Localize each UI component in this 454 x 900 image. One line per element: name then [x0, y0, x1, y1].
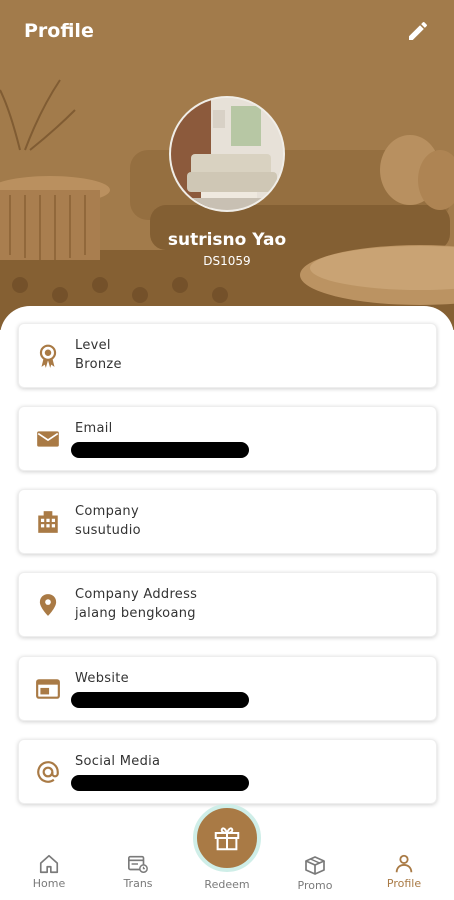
promo-box-icon — [305, 856, 325, 875]
user-name: sutrisno Yao — [167, 230, 287, 250]
web-icon — [36, 679, 60, 699]
redacted-value — [71, 775, 249, 791]
badge-icon — [39, 344, 57, 368]
avatar-image — [171, 98, 283, 210]
field-value: Bronze — [75, 357, 122, 372]
person-icon — [395, 854, 413, 873]
gift-icon — [214, 827, 240, 851]
transaction-icon — [128, 855, 148, 873]
field-label: Company Address — [75, 587, 198, 602]
nav-label: Profile — [386, 877, 422, 890]
nav-label: Home — [32, 877, 66, 890]
level-card: Level Bronze — [18, 323, 437, 388]
nav-promo[interactable]: Promo — [275, 853, 355, 892]
profile-header: Profile sutrisno Yao DS1059 — [0, 0, 454, 330]
field-label: Website — [75, 671, 129, 686]
company-card: Company susutudio — [18, 489, 437, 554]
field-value: susutudio — [75, 523, 141, 538]
social-media-card: Social Media — [18, 739, 437, 804]
redacted-value — [71, 692, 249, 708]
field-label: Social Media — [75, 754, 161, 769]
pencil-icon — [409, 21, 427, 40]
mail-icon — [37, 431, 59, 447]
nav-profile[interactable]: Profile — [364, 853, 444, 890]
nav-label-redeem[interactable]: Redeem — [187, 878, 267, 891]
redeem-button[interactable] — [193, 804, 261, 872]
email-card: Email — [18, 406, 437, 471]
user-id: DS1059 — [203, 254, 251, 268]
company-address-card: Company Address jalang bengkoang — [18, 572, 437, 637]
nav-home[interactable]: Home — [9, 853, 89, 890]
nav-label: Trans — [123, 877, 153, 890]
nav-label: Promo — [297, 879, 333, 892]
website-card: Website — [18, 656, 437, 721]
field-label: Email — [75, 421, 113, 436]
location-pin-icon — [39, 594, 57, 616]
field-value: jalang bengkoang — [75, 606, 196, 621]
edit-profile-button[interactable] — [404, 17, 432, 45]
field-label: Company — [75, 504, 139, 519]
redacted-value — [71, 442, 249, 458]
home-icon — [39, 854, 59, 874]
building-icon — [38, 511, 58, 533]
avatar[interactable] — [169, 96, 285, 212]
field-label: Level — [75, 338, 111, 353]
nav-trans[interactable]: Trans — [98, 853, 178, 890]
at-icon — [37, 761, 59, 783]
page-title: Profile — [24, 20, 94, 42]
